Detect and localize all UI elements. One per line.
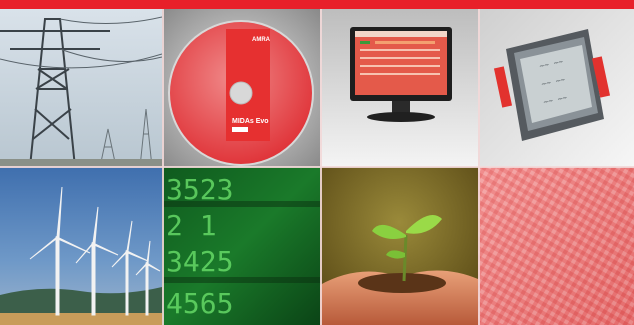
pylon-icon — [0, 9, 162, 167]
digits-row-2: 2 1 — [166, 209, 217, 242]
digits-row-3: 3425 — [166, 245, 233, 278]
cd-logo: AMRA — [252, 37, 271, 43]
cd-title: MIDAs Evo — [232, 118, 269, 125]
texture-icon — [478, 167, 634, 325]
green-digits-tile: 3523 2 1 3425 4565 — [162, 167, 320, 325]
top-accent-bar — [0, 0, 634, 9]
energy-meter-device-tile: ~~ ~~ ~~ ~~ ~~ ~~ — [478, 9, 634, 167]
power-transmission-tower-tile — [0, 9, 162, 167]
meter-icon: ~~ ~~ ~~ ~~ ~~ ~~ — [478, 9, 634, 167]
seedling-icon — [320, 167, 478, 325]
software-cd-tile: AMRA MIDAs Evo — [162, 9, 320, 167]
wind-turbine-icon — [0, 167, 162, 325]
seedling-in-hands-tile — [320, 167, 478, 325]
wind-turbines-tile — [0, 167, 162, 325]
digits-icon: 3523 2 1 3425 4565 — [162, 167, 320, 325]
monitor-icon — [320, 9, 478, 167]
monitor-display-tile — [320, 9, 478, 167]
digits-row-4: 4565 — [166, 287, 233, 320]
grid-divider — [0, 166, 634, 168]
cd-icon: AMRA MIDAs Evo — [162, 9, 320, 167]
red-texture-tile — [478, 167, 634, 325]
